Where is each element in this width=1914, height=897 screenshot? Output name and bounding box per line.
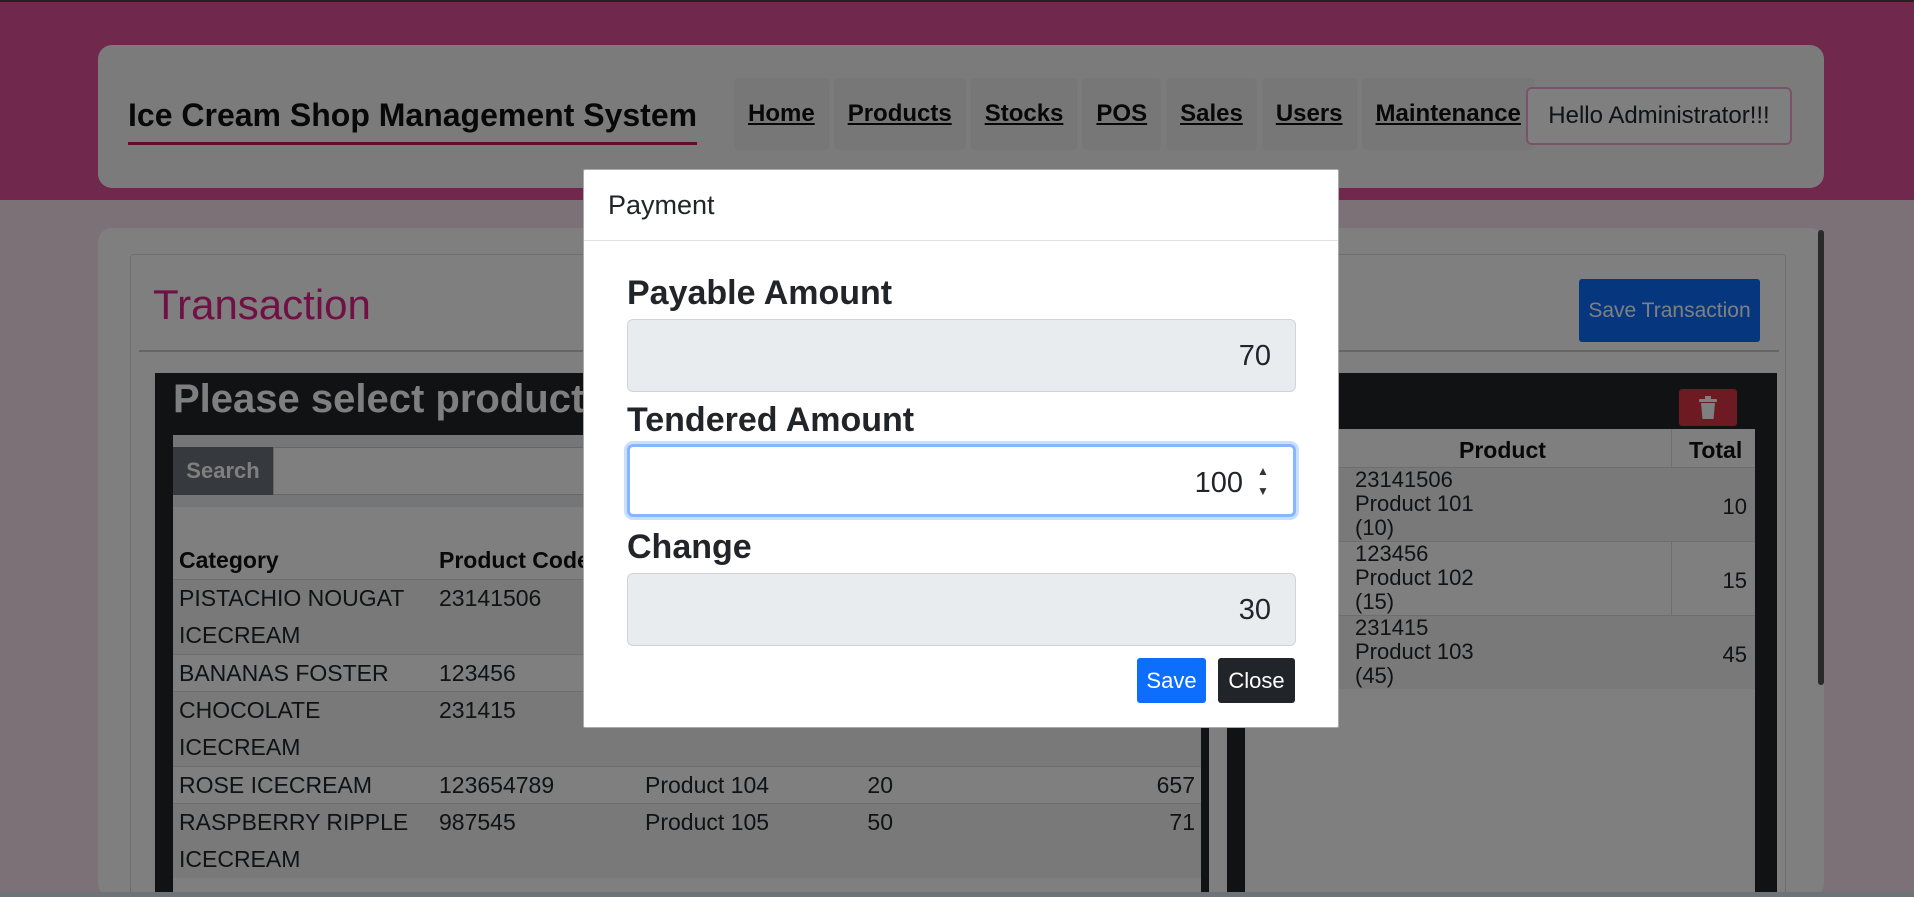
- tendered-amount-label: Tendered Amount: [627, 401, 915, 439]
- change-label: Change: [627, 528, 752, 566]
- save-button[interactable]: Save: [1137, 658, 1206, 703]
- payable-amount-field: 70: [627, 319, 1296, 392]
- change-field: 30: [627, 573, 1296, 646]
- number-stepper[interactable]: ▲ ▼: [1255, 461, 1271, 501]
- payment-modal: Payment Payable Amount 70 Tendered Amoun…: [583, 169, 1339, 728]
- stepper-up-icon[interactable]: ▲: [1255, 461, 1271, 481]
- tendered-amount-value: 100: [1194, 467, 1243, 499]
- close-button[interactable]: Close: [1218, 658, 1295, 703]
- tendered-amount-input[interactable]: 100 ▲ ▼: [627, 444, 1296, 517]
- payable-amount-label: Payable Amount: [627, 274, 893, 312]
- stepper-down-icon[interactable]: ▼: [1255, 481, 1271, 501]
- modal-title: Payment: [584, 170, 1338, 241]
